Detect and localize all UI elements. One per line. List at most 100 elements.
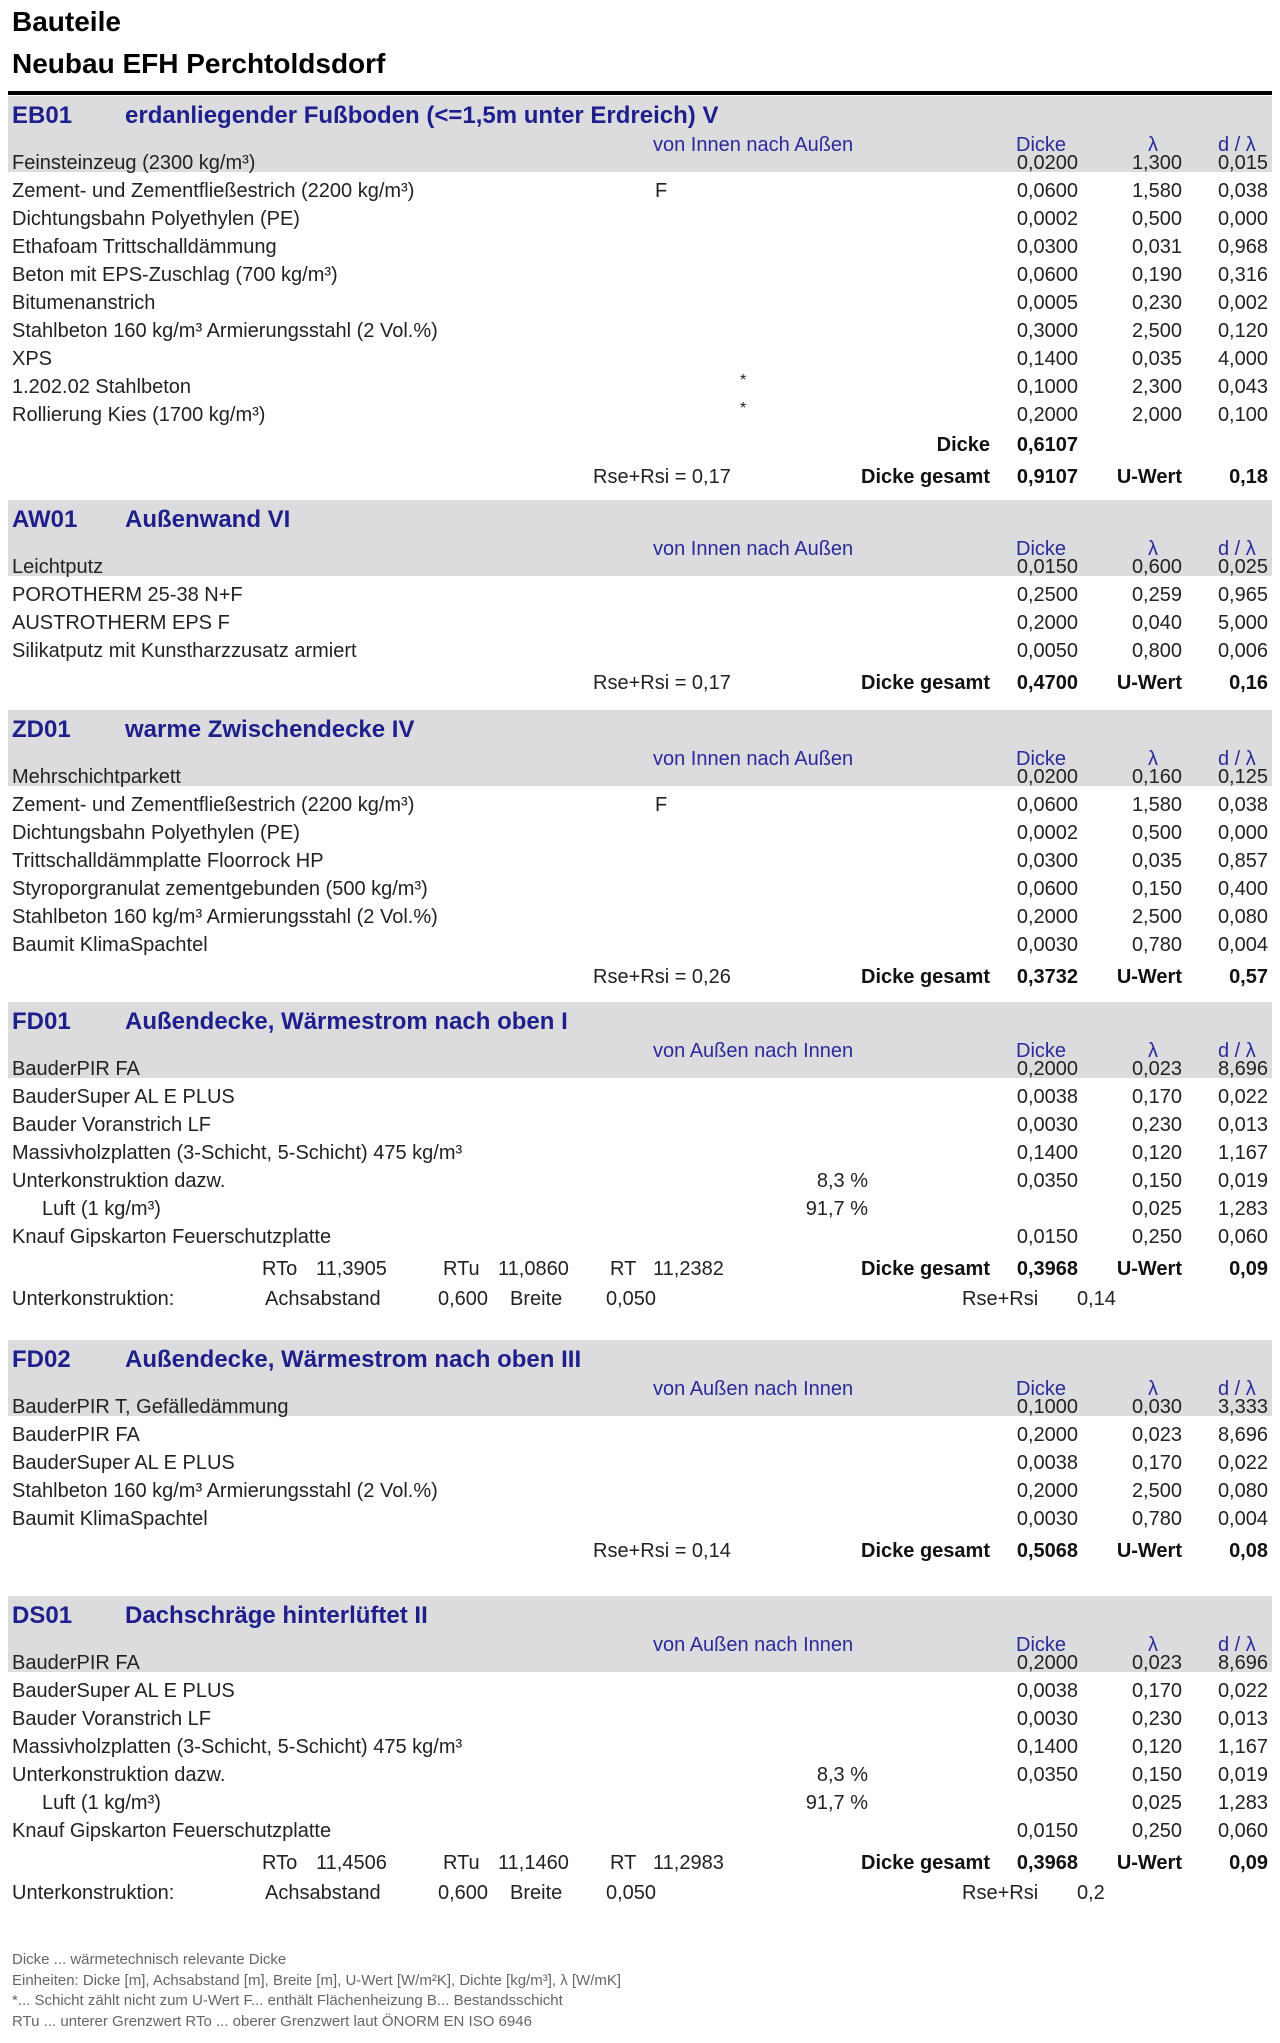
layer-name: Knauf Gipskarton Feuerschutzplatte xyxy=(12,1820,332,1842)
layer-d-lambda: 0,120 xyxy=(1217,320,1268,342)
layer-d-lambda: 8,696 xyxy=(1217,1652,1268,1674)
layer-d-lambda: 0,857 xyxy=(1217,850,1268,872)
layer-lambda: 0,150 xyxy=(1131,1764,1182,1786)
note-line: *... Schicht zählt nicht zum U-Wert F...… xyxy=(12,1992,563,2009)
layer-row: Unterkonstruktion dazw. 8,3 % 0,0350 0,150 0… xyxy=(0,1170,1280,1198)
total-thickness-label: Dicke gesamt xyxy=(861,1258,990,1280)
component-name: Dachschräge hinterlüftet II xyxy=(125,1602,428,1629)
u-value-label: U-Wert xyxy=(1116,466,1182,488)
u-value: 0,09 xyxy=(1229,1852,1268,1874)
layer-name: BauderPIR T, Gefälledämmung xyxy=(12,1396,289,1418)
layer-thickness: 0,2000 xyxy=(1016,1480,1078,1502)
layer-thickness: 0,2500 xyxy=(1016,584,1078,606)
layer-row: XPS 0,1400 0,035 4,000 xyxy=(0,348,1280,376)
layer-thickness: 0,0600 xyxy=(1016,180,1078,202)
note-line: Dicke ... wärmetechnisch relevante Dicke xyxy=(12,1951,287,1968)
relevant-thickness-label: Dicke xyxy=(936,434,990,456)
layer-name: BauderPIR FA xyxy=(12,1058,140,1080)
rt-label: RT xyxy=(610,1852,637,1874)
layer-thickness: 0,0150 xyxy=(1016,1226,1078,1248)
layer-d-lambda: 0,038 xyxy=(1217,794,1268,816)
layer-d-lambda: 0,060 xyxy=(1217,1226,1268,1248)
rse-rsi-label: Rse+Rsi xyxy=(962,1882,1039,1904)
layer-name: BauderSuper AL E PLUS xyxy=(12,1086,235,1108)
total-thickness-value: 0,5068 xyxy=(1016,1540,1078,1562)
layer-lambda: 0,800 xyxy=(1131,640,1182,662)
layer-name: Dichtungsbahn Polyethylen (PE) xyxy=(12,208,300,230)
layer-lambda: 0,023 xyxy=(1131,1424,1182,1446)
layer-thickness: 0,0038 xyxy=(1016,1086,1078,1108)
width-value: 0,050 xyxy=(606,1288,657,1310)
layer-name: 1.202.02 Stahlbeton xyxy=(12,376,192,398)
layer-row: Unterkonstruktion dazw. 8,3 % 0,0350 0,150 0… xyxy=(0,1764,1280,1792)
layer-row: BauderPIR FA 0,2000 0,023 8,696 xyxy=(0,1652,1280,1680)
width-value: 0,050 xyxy=(606,1882,657,1904)
layer-thickness: 0,2000 xyxy=(1016,612,1078,634)
rtu-value: 11,0860 xyxy=(498,1258,569,1280)
layer-thickness: 0,0350 xyxy=(1016,1170,1078,1192)
component-code: FD02 xyxy=(12,1346,71,1373)
totals-row: RTo 11,3905 RTu 11,0860 RT 11,2382 Dicke gesam… xyxy=(0,1258,1280,1286)
layer-thickness: 0,0030 xyxy=(1016,1114,1078,1136)
layer-thickness: 0,1400 xyxy=(1016,348,1078,370)
area-fraction: 91,7 % xyxy=(805,1198,868,1220)
layer-name: XPS xyxy=(12,348,53,370)
layer-lambda: 0,040 xyxy=(1131,612,1182,634)
component-name: Außendecke, Wärmestrom nach oben I xyxy=(125,1008,568,1035)
layer-thickness: 0,0200 xyxy=(1016,152,1078,174)
rse-rsi-value: Rse+Rsi = 0,26 xyxy=(593,966,731,988)
rse-rsi-value: Rse+Rsi = 0,17 xyxy=(593,672,731,694)
layer-lambda: 0,230 xyxy=(1131,1114,1182,1136)
layer-lambda: 1,300 xyxy=(1131,152,1182,174)
layer-d-lambda: 0,025 xyxy=(1217,556,1268,578)
layer-row: Luft (1 kg/m³) 91,7 % 0,025 1,283 xyxy=(0,1792,1280,1820)
layer-row: Knauf Gipskarton Feuerschutzplatte 0,0150… xyxy=(0,1820,1280,1848)
area-fraction: 8,3 % xyxy=(816,1170,868,1192)
u-value-label: U-Wert xyxy=(1116,1258,1182,1280)
total-thickness-value: 0,4700 xyxy=(1016,672,1078,694)
u-value-label: U-Wert xyxy=(1116,1852,1182,1874)
layer-lambda: 0,780 xyxy=(1131,934,1182,956)
layer-thickness: 0,0038 xyxy=(1016,1680,1078,1702)
substructure-row: Unterkonstruktion: Achsabstand 0,600 Breite… xyxy=(0,1882,1280,1910)
layer-lambda: 2,500 xyxy=(1131,320,1182,342)
layer-lambda: 0,031 xyxy=(1131,236,1182,258)
total-thickness-value: 0,3968 xyxy=(1016,1852,1078,1874)
layer-lambda: 0,780 xyxy=(1131,1508,1182,1530)
layer-lambda: 0,160 xyxy=(1131,766,1182,788)
layer-d-lambda: 1,167 xyxy=(1217,1736,1268,1758)
layer-lambda: 0,150 xyxy=(1131,878,1182,900)
layer-lambda: 0,170 xyxy=(1131,1086,1182,1108)
layer-row: Knauf Gipskarton Feuerschutzplatte 0,0150… xyxy=(0,1226,1280,1254)
layer-name: Zement- und Zementfließestrich (2200 kg/… xyxy=(12,180,415,202)
layer-d-lambda: 0,015 xyxy=(1217,152,1268,174)
area-fraction: 8,3 % xyxy=(816,1764,868,1786)
layer-thickness: 0,0150 xyxy=(1016,556,1078,578)
component-code: AW01 xyxy=(12,506,78,533)
totals-row: Rse+Rsi = 0,17 Dicke gesamt 0,4700 U-Wert 0,… xyxy=(0,672,1280,700)
spacing-label: Achsabstand xyxy=(265,1288,381,1310)
layer-name: Styroporgranulat zementgebunden (500 kg/… xyxy=(12,878,428,900)
rt-value: 11,2382 xyxy=(653,1258,724,1280)
layer-name: Stahlbeton 160 kg/m³ Armierungsstahl (2 … xyxy=(12,1480,438,1502)
layer-d-lambda: 0,002 xyxy=(1217,292,1268,314)
width-label: Breite xyxy=(510,1288,563,1310)
layer-name: Knauf Gipskarton Feuerschutzplatte xyxy=(12,1226,332,1248)
layer-row: Baumit KlimaSpachtel 0,0030 0,780 0,004 xyxy=(0,1508,1280,1536)
layer-thickness: 0,1400 xyxy=(1016,1142,1078,1164)
layer-row: Ethafoam Trittschalldämmung 0,0300 0,031 0,… xyxy=(0,236,1280,264)
layer-lambda: 0,500 xyxy=(1131,822,1182,844)
layer-row: Massivholzplatten (3-Schicht, 5-Schicht)… xyxy=(0,1736,1280,1764)
floor-heating-flag: F xyxy=(655,180,668,202)
layer-name: Dichtungsbahn Polyethylen (PE) xyxy=(12,822,300,844)
note-line: Einheiten: Dicke [m], Achsabstand [m], B… xyxy=(12,1971,622,1989)
layer-d-lambda: 3,333 xyxy=(1217,1396,1268,1418)
substructure-row: Unterkonstruktion: Achsabstand 0,600 Breite… xyxy=(0,1288,1280,1316)
layer-d-lambda: 8,696 xyxy=(1217,1058,1268,1080)
layer-row: BauderSuper AL E PLUS 0,0038 0,170 0,022 xyxy=(0,1680,1280,1708)
rse-rsi-value: 0,14 xyxy=(1077,1288,1116,1310)
layer-lambda: 0,500 xyxy=(1131,208,1182,230)
layer-d-lambda: 0,043 xyxy=(1217,376,1268,398)
layer-d-lambda: 1,167 xyxy=(1217,1142,1268,1164)
component-code: DS01 xyxy=(12,1602,73,1629)
